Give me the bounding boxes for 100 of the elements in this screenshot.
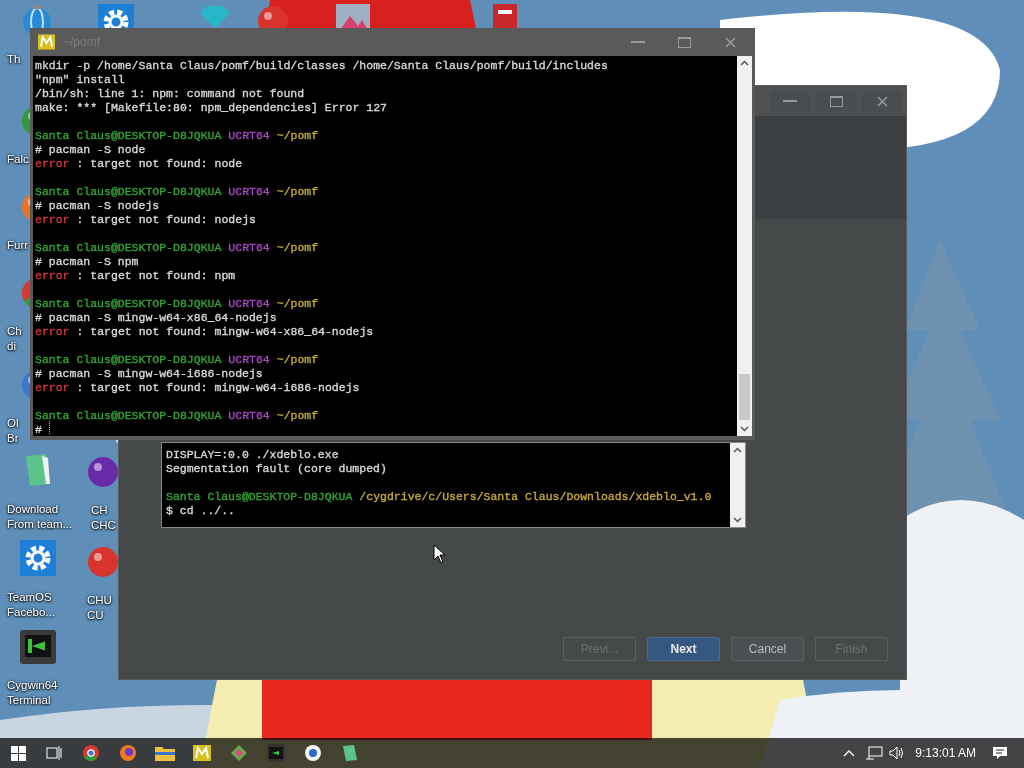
scroll-up-icon[interactable] [733,447,742,453]
icon-label[interactable]: Terminal [7,693,51,708]
icon-label[interactable]: From team... [7,517,73,532]
app-icon [86,455,120,489]
terminal-text: ~/pomf [276,128,319,141]
close-button[interactable] [862,90,902,112]
terminal-text: /bin/sh: line 1: npm: command not found [35,86,305,99]
task-view-icon [46,746,62,760]
terminal-text: Santa Claus@DESKTOP-D8JQKUA [35,408,222,421]
terminal-text: UCRT64 [228,408,270,421]
terminal-text: ~/pomf [276,296,319,309]
terminal-text: mkdir -p /home/Santa Claus/pomf/build/classes /home/Santa Claus/pomf/build/includes [35,58,608,71]
diamond-icon[interactable] [229,744,248,762]
terminal-text: DISPLAY=:0.0 ./xdeblo.exe [166,447,339,460]
gem-icon [198,4,232,30]
network-icon[interactable] [865,746,884,760]
icon-label[interactable]: Download [7,502,59,517]
scrollbar[interactable] [730,443,745,527]
close-icon [724,36,736,48]
terminal-text: Santa Claus@DESKTOP-D8JQKUA [166,489,353,502]
terminal-text: error [35,212,70,225]
terminal-text: Segmentation fault (core dumped) [166,461,387,474]
scroll-down-icon[interactable] [733,517,742,523]
maximize-button[interactable] [816,90,856,112]
wizard-button[interactable]: Cancel [731,637,804,661]
chrome-icon[interactable] [81,744,100,762]
scroll-thumb[interactable] [739,374,750,420]
terminal-text: # pacman -S mingw-w64-i686-nodejs [35,366,263,379]
icon-label[interactable]: Br [7,431,19,446]
maximize-icon [677,36,691,48]
terminal-text: error [35,156,70,169]
terminal-text: UCRT64 [228,184,270,197]
icon-label[interactable]: di [7,339,16,354]
terminal-text: error [35,380,70,393]
caret-up-icon[interactable] [843,749,856,757]
terminal-text: ~/pomf [276,240,319,253]
terminal-text: UCRT64 [228,352,270,365]
maximize-icon [829,95,843,107]
icon-label[interactable]: Th [7,52,21,67]
terminal-text: ~/pomf [276,408,319,421]
terminal-icon [20,630,56,664]
terminal-text: UCRT64 [228,240,270,253]
text-cursor [48,421,50,434]
terminal-text: error [35,268,70,281]
terminal-text: $ cd ../.. [166,503,235,516]
terminal-text: # pacman -S nodejs [35,198,160,211]
m-logo-icon[interactable] [192,745,211,761]
terminal-text: : target not found: npm [76,268,236,281]
minimize-button[interactable] [770,90,810,112]
terminal-text: Santa Claus@DESKTOP-D8JQKUA [35,240,222,253]
terminal-text: ~/pomf [276,352,319,365]
terminal-text: error [35,324,70,337]
terminal-text: UCRT64 [228,128,270,141]
terminal-text: ~/pomf [276,184,319,197]
gear-icon [20,540,56,576]
firefox-icon[interactable] [118,744,137,762]
app-icon [86,545,120,579]
icon-label[interactable]: Ch [7,324,22,339]
terminal-text: Santa Claus@DESKTOP-D8JQKUA [35,352,222,365]
icon-label[interactable]: Furr [7,238,29,253]
icon-label[interactable]: CH [91,503,108,518]
minimize-icon [783,100,797,102]
folder-icon[interactable] [154,745,175,761]
terminal-text: Santa Claus@DESKTOP-D8JQKUA [35,128,222,141]
terminal-text: "npm" install [35,72,125,85]
terminal-text: : target not found: mingw-w64-x86_64-nodejs [76,324,374,337]
icon-label[interactable]: Ol [7,416,19,431]
terminal-text: # pacman -S npm [35,254,139,267]
close-icon [876,95,888,107]
icon-label[interactable]: Falc [7,152,29,167]
icon-label[interactable]: Cygwin64 [7,678,58,693]
minimize-icon [631,41,645,43]
mouse-pointer-icon [433,544,446,564]
terminal-text: UCRT64 [228,296,270,309]
icon-label[interactable]: TeamOS [7,590,52,605]
scrollbar[interactable] [737,56,752,436]
scroll-up-icon[interactable] [740,60,749,66]
volume-icon[interactable] [889,746,906,760]
notification-icon[interactable] [992,746,1008,760]
scroll-down-icon[interactable] [740,426,749,432]
m-logo-icon [38,34,55,50]
icon-label[interactable]: Facebo... [7,605,55,620]
book-icon[interactable] [341,744,358,762]
terminal-text: : target not found: nodejs [76,212,256,225]
icon-label[interactable]: CHU [87,593,112,608]
wizard-button[interactable]: Next [647,637,720,661]
terminal-icon[interactable] [266,744,285,762]
terminal-text: # pacman -S node [35,142,146,155]
terminal-text: make: *** [Makefile:80: npm_dependencies] Error 127 [35,100,387,113]
disc-icon[interactable] [303,744,322,762]
windows-icon [10,745,26,761]
icon-label[interactable]: CU [87,608,104,623]
terminal-text: Santa Claus@DESKTOP-D8JQKUA [35,184,222,197]
terminal-text: # pacman -S mingw-w64-x86_64-nodejs [35,310,277,323]
terminal-text: : target not found: mingw-w64-i686-nodejs [76,380,360,393]
terminal-text: /cygdrive/c/Users/Santa Claus/Downloads/xdeblo_v1.0 [359,489,712,502]
clock[interactable]: 9:13:01 AM [915,744,976,762]
terminal-text: : target not found: node [76,156,243,169]
terminal-text: # [35,422,42,435]
icon-label[interactable]: CHC [91,518,116,533]
